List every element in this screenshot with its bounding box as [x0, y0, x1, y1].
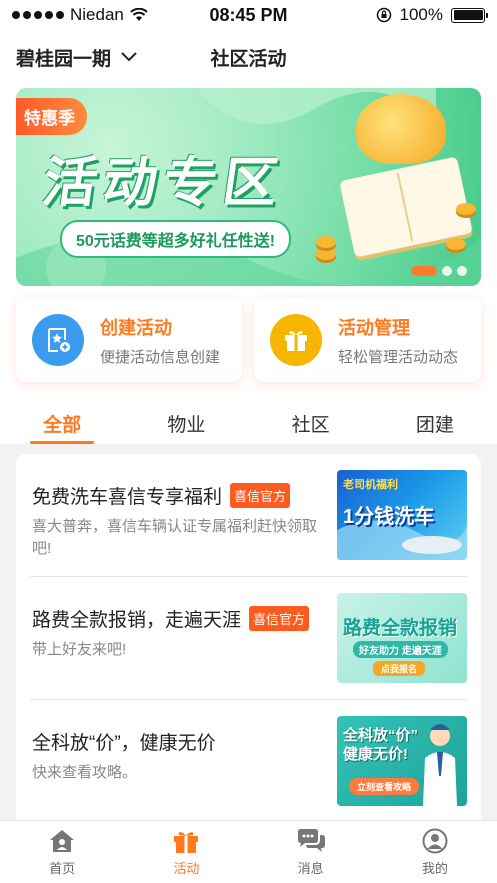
manage-activity-card[interactable]: 活动管理 轻松管理活动动态 [254, 298, 481, 382]
activity-title: 全科放“价”，健康无价 [32, 733, 216, 754]
nav-home[interactable]: 首页 [0, 821, 124, 883]
tab-team-building[interactable]: 团建 [373, 402, 497, 444]
category-tabs: 全部 物业 社区 团建 [0, 402, 497, 444]
chevron-down-icon [121, 52, 137, 62]
battery-percent: 100% [399, 5, 443, 24]
nav-messages-label: 消息 [297, 860, 324, 876]
coin-icon [446, 238, 466, 250]
activity-title-row: 路费全款报销，走遍天涯 喜信官方 [32, 605, 310, 632]
thumb-sub: 老司机福利 [343, 479, 398, 491]
status-bar: Niedan 08:45 PM 100% [0, 0, 497, 30]
activity-desc: 喜大普奔，喜信车辆认证专属福利赶快领取吧! [32, 518, 318, 557]
nav-activity[interactable]: 活动 [124, 821, 248, 883]
official-badge: 喜信官方 [230, 483, 291, 508]
tab-property[interactable]: 物业 [124, 402, 248, 444]
activity-list: 免费洗车喜信专享福利 喜信官方 喜大普奔，喜信车辆认证专属福利赶快领取吧! 老司… [16, 454, 481, 820]
rotation-lock-icon [376, 7, 391, 23]
create-activity-card[interactable]: 创建活动 便捷活动信息创建 [16, 298, 242, 382]
carousel-dot[interactable] [411, 266, 437, 276]
banner-tag: 特惠季 [16, 98, 87, 135]
nav-profile-label: 我的 [421, 860, 448, 876]
carousel-indicator[interactable] [411, 266, 467, 276]
activity-thumbnail: 路费全款报销 好友助力 走遍天涯 点我报名 [337, 593, 467, 683]
activity-list-area: 免费洗车喜信专享福利 喜信官方 喜大普奔，喜信车辆认证专属福利赶快领取吧! 老司… [0, 444, 497, 820]
manage-activity-subtitle: 轻松管理活动动态 [338, 348, 459, 366]
create-activity-title: 创建活动 [100, 317, 172, 338]
wifi-icon [130, 8, 148, 21]
nav-home-label: 首页 [49, 860, 76, 876]
star-add-icon [32, 314, 84, 366]
activity-desc: 快来查看攻略。 [32, 764, 138, 781]
trophy-illustration [356, 94, 446, 164]
activity-title: 免费洗车喜信专享福利 [32, 487, 223, 508]
official-badge: 喜信官方 [249, 606, 310, 631]
user-icon [422, 828, 448, 853]
list-item[interactable]: 路费全款报销，走遍天涯 喜信官方 带上好友来吧! 路费全款报销 好友助力 走遍天… [30, 577, 467, 687]
nav-profile[interactable]: 我的 [373, 821, 497, 883]
doctor-illustration [423, 724, 457, 806]
nav-activity-label: 活动 [173, 860, 200, 876]
activity-title-row: 免费洗车喜信专享福利 喜信官方 [32, 482, 291, 509]
chat-icon [297, 828, 325, 852]
battery-icon [451, 7, 488, 23]
banner-headline: 活动专区 [39, 153, 288, 213]
carousel-dot[interactable] [442, 266, 452, 276]
gift-icon [174, 831, 199, 853]
signal-icon [12, 11, 64, 19]
nav-messages[interactable]: 消息 [249, 821, 373, 883]
list-item[interactable]: 免费洗车喜信专享福利 喜信官方 喜大普奔，喜信车辆认证专属福利赶快领取吧! 老司… [30, 454, 467, 564]
list-item[interactable]: 全科放“价”，健康无价 快来查看攻略。 全科放“价” 健康无价! 立刻查看攻略 [30, 700, 467, 810]
activity-desc: 带上好友来吧! [32, 641, 127, 658]
thumb-headline: 全科放“价” 健康无价! [343, 727, 419, 763]
community-name: 碧桂园一期 [16, 48, 112, 70]
tab-community[interactable]: 社区 [249, 402, 373, 444]
carrier-label: Niedan [70, 5, 124, 24]
banner-subline: 50元话费等超多好礼任性送! [60, 220, 292, 258]
app-header: 社区活动 碧桂园一期 [0, 34, 497, 80]
home-icon [50, 829, 75, 852]
activity-thumbnail: 全科放“价” 健康无价! 立刻查看攻略 [337, 716, 467, 806]
thumb-headline: 1分钱洗车 [343, 506, 435, 528]
coin-icon [456, 203, 476, 215]
coin-icon [316, 248, 336, 260]
activity-title: 路费全款报销，走遍天涯 [32, 610, 242, 631]
thumb-sub: 好友助力 走遍天涯 [353, 641, 448, 658]
community-selector[interactable]: 碧桂园一期 [16, 44, 137, 71]
activity-title-row: 全科放“价”，健康无价 [32, 728, 216, 755]
status-time: 08:45 PM [209, 4, 288, 25]
thumb-button: 立刻查看攻略 [349, 778, 420, 795]
thumb-headline: 路费全款报销 [343, 618, 458, 639]
thumb-button: 点我报名 [373, 661, 426, 676]
carousel-dot[interactable] [457, 266, 467, 276]
gift-icon [270, 314, 322, 366]
activity-thumbnail: 老司机福利 1分钱洗车 [337, 470, 467, 560]
coin-icon [316, 236, 336, 248]
create-activity-subtitle: 便捷活动信息创建 [100, 348, 221, 366]
bottom-tab-bar: 首页 活动 消息 我的 [0, 820, 497, 883]
tab-all[interactable]: 全部 [0, 402, 124, 444]
promo-banner[interactable]: 特惠季 活动专区 50元话费等超多好礼任性送! [16, 88, 481, 286]
manage-activity-title: 活动管理 [338, 317, 410, 338]
